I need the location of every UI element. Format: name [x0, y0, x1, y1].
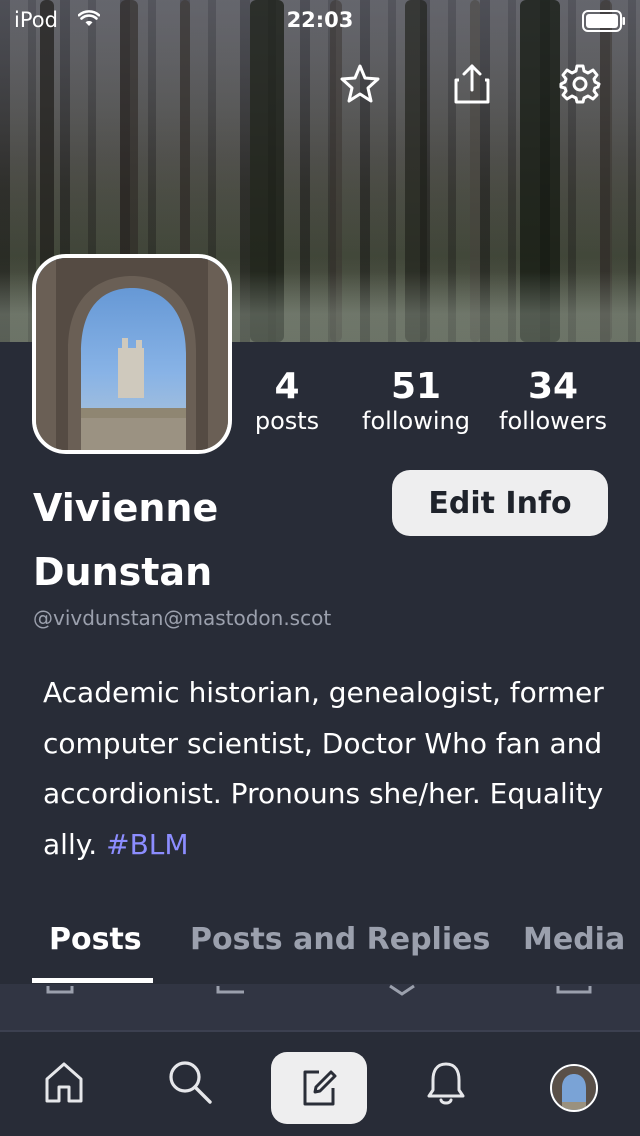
tabbar-divider [0, 1030, 640, 1032]
profile-bio: Academic historian, genealogist, former … [43, 668, 618, 870]
display-name: Vivienne Dunstan [33, 476, 353, 604]
stat-following-value: 51 [390, 366, 442, 407]
bottom-tab-bar [0, 1036, 640, 1136]
profile-avatar-image[interactable] [32, 254, 232, 454]
display-name-line2: Dunstan [33, 550, 213, 594]
status-time: 22:03 [286, 8, 354, 32]
display-name-line1: Vivienne [33, 486, 219, 530]
stat-followers-label: followers [499, 407, 607, 435]
stat-followers-value: 34 [527, 366, 579, 407]
stat-following-label: following [362, 407, 470, 435]
bio-hashtag-link[interactable]: #BLM [106, 828, 188, 861]
home-icon[interactable] [34, 1052, 94, 1112]
profile-tabs: Posts Posts and Replies Media [0, 918, 640, 984]
tab-posts-and-replies[interactable]: Posts and Replies [190, 922, 490, 957]
tab-posts[interactable]: Posts [49, 922, 142, 957]
edit-info-button[interactable]: Edit Info [392, 470, 608, 536]
compose-button[interactable] [271, 1052, 367, 1124]
post-actions-preview [46, 984, 592, 996]
star-icon[interactable] [338, 62, 382, 106]
timeline-preview [0, 984, 640, 1030]
share-icon[interactable] [450, 62, 494, 106]
active-tab-indicator [32, 978, 153, 983]
stat-following[interactable]: 51 following [356, 366, 476, 435]
tab-media[interactable]: Media [523, 922, 625, 957]
compose-icon [303, 1070, 337, 1106]
bell-icon[interactable] [416, 1052, 476, 1112]
stat-posts-label: posts [254, 407, 320, 435]
stat-posts[interactable]: 4 posts [247, 366, 327, 435]
status-bar: iPod 22:03 [0, 0, 640, 40]
search-icon[interactable] [160, 1052, 220, 1112]
battery-icon [582, 10, 625, 32]
account-handle: @vivdunstan@mastodon.scot [33, 606, 332, 630]
profile-avatar[interactable] [550, 1064, 598, 1112]
stat-followers[interactable]: 34 followers [493, 366, 613, 435]
gear-icon[interactable] [558, 62, 602, 106]
stat-posts-value: 4 [274, 366, 300, 407]
